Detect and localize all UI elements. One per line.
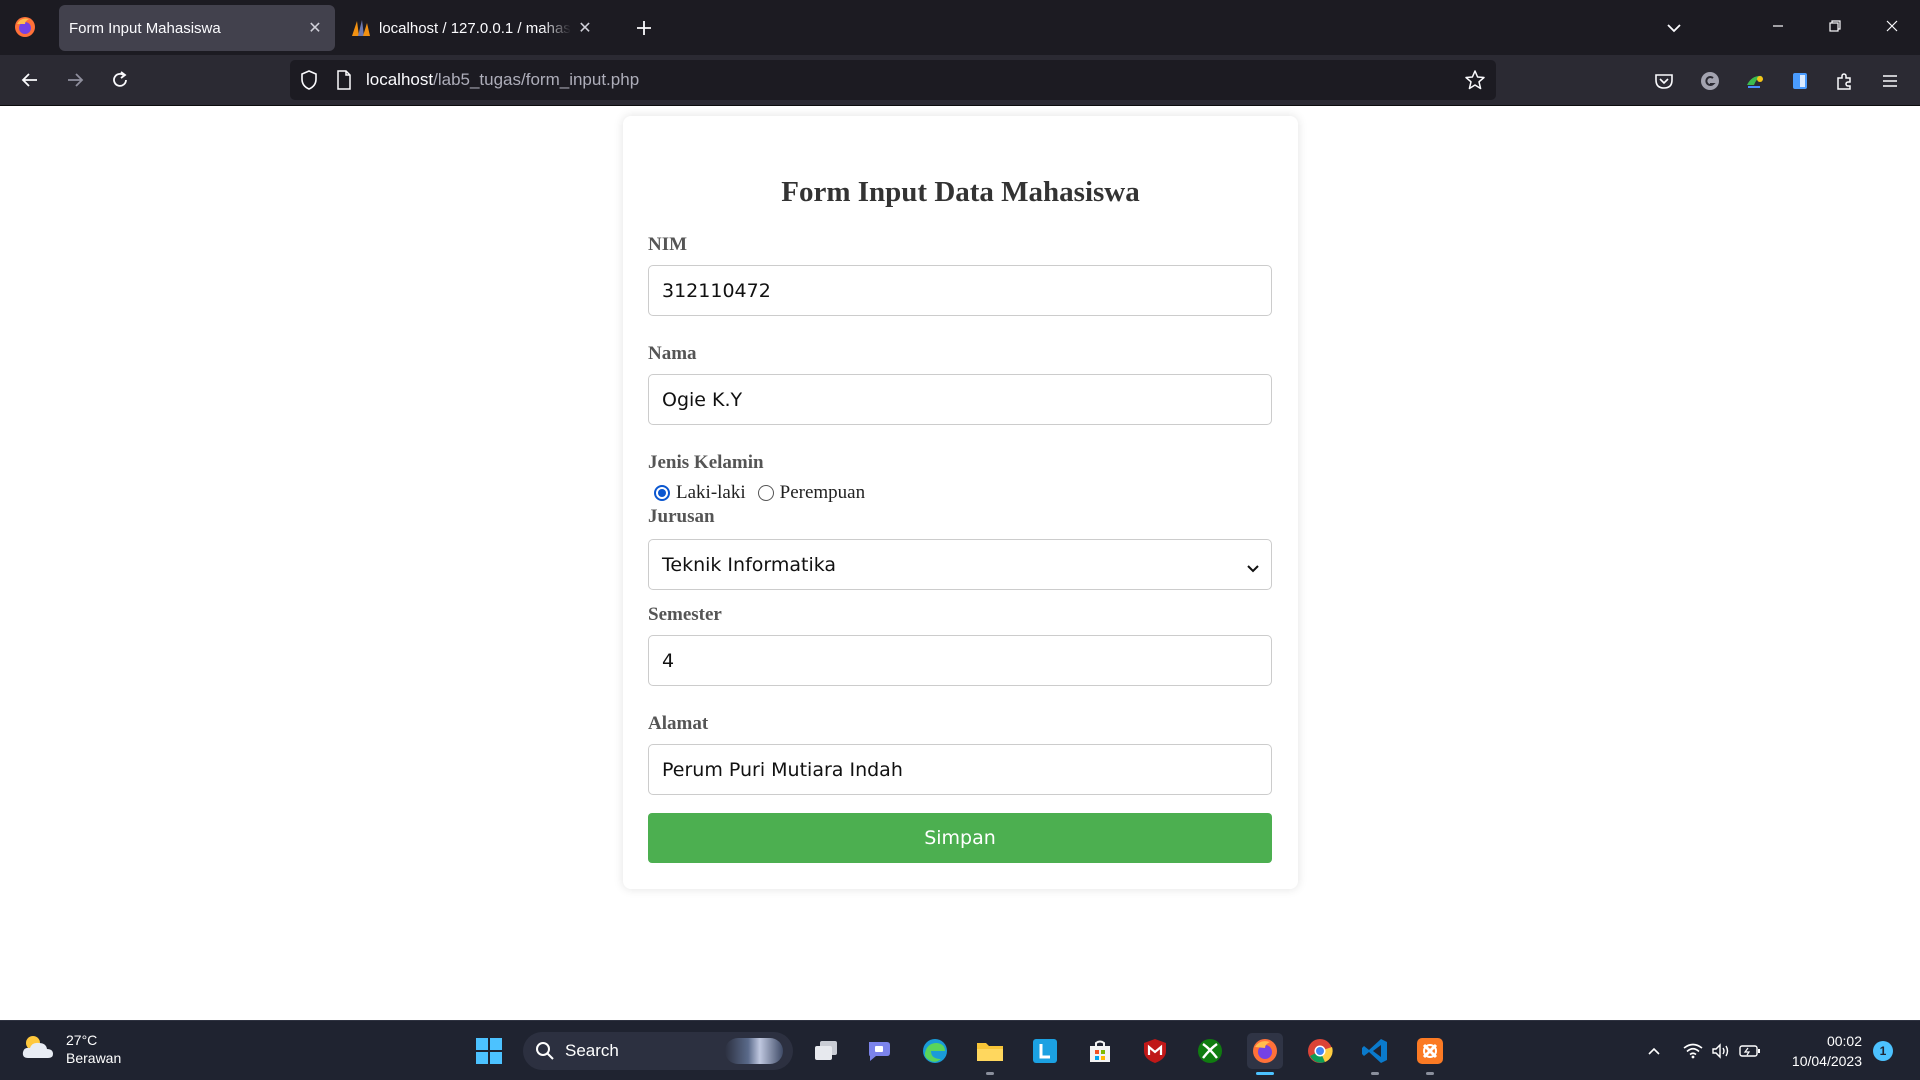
form-title: Form Input Data Mahasiswa: [781, 176, 1140, 208]
simpan-button[interactable]: Simpan: [648, 813, 1272, 863]
extensions-puzzle-icon[interactable]: [1830, 66, 1860, 96]
weather-description: Berawan: [66, 1050, 122, 1066]
pocket-icon[interactable]: [1649, 66, 1679, 96]
microsoft-store-icon[interactable]: [1082, 1033, 1118, 1069]
taskbar-search-box[interactable]: Search: [523, 1032, 793, 1070]
system-clock[interactable]: 00:02 10/04/2023: [1780, 1031, 1862, 1071]
grammarly-extension-icon[interactable]: [1695, 66, 1725, 96]
page-viewport: Form Input Data Mahasiswa NIM 312110472 …: [0, 106, 1920, 1020]
forward-icon[interactable]: [58, 63, 92, 97]
volume-icon[interactable]: [1709, 1039, 1733, 1063]
menu-hamburger-icon[interactable]: [1875, 66, 1905, 96]
radio-laki-laki[interactable]: [654, 485, 670, 501]
weather-widget[interactable]: 27°C Berawan: [20, 1031, 121, 1067]
battery-icon[interactable]: [1738, 1039, 1762, 1063]
page-info-icon[interactable]: [333, 69, 355, 91]
url-text: localhost/lab5_tugas/form_input.php: [366, 70, 639, 90]
radio-perempuan[interactable]: [757, 485, 774, 501]
tab-form-input[interactable]: Form Input Mahasiswa ✕: [59, 5, 335, 51]
windows-taskbar: 27°C Berawan Search 00:02 10/04/2023 1: [0, 1020, 1920, 1080]
bitwarden-extension-icon[interactable]: [1785, 66, 1815, 96]
alamat-label: Alamat: [648, 713, 709, 734]
url-path: /lab5_tugas/form_input.php: [433, 70, 640, 89]
jurusan-select[interactable]: Teknik Informatika: [648, 539, 1272, 590]
new-tab-button[interactable]: [628, 12, 660, 44]
notification-badge[interactable]: 1: [1873, 1041, 1893, 1061]
tab-title: localhost / 127.0.0.1 / mahasiswa: [379, 19, 571, 37]
nama-input[interactable]: Ogie K.Y: [648, 374, 1272, 425]
restore-icon[interactable]: [1812, 8, 1858, 44]
running-indicator: [986, 1072, 994, 1075]
phpmyadmin-icon: [349, 16, 373, 40]
gender-radio-group: Laki-laki Perempuan: [648, 482, 865, 504]
nama-label: Nama: [648, 343, 697, 364]
close-tab-icon[interactable]: ✕: [571, 14, 599, 42]
vscode-icon[interactable]: [1357, 1033, 1393, 1075]
xampp-icon[interactable]: [1412, 1033, 1448, 1075]
active-indicator: [1256, 1072, 1274, 1075]
partly-cloudy-icon: [20, 1032, 56, 1067]
radio-label-laki-laki[interactable]: Laki-laki: [676, 482, 746, 504]
semester-input[interactable]: 4: [648, 635, 1272, 686]
file-explorer-icon[interactable]: [972, 1033, 1008, 1075]
l-app-icon[interactable]: [1027, 1033, 1063, 1069]
chrome-icon[interactable]: [1302, 1033, 1338, 1069]
address-bar[interactable]: localhost/lab5_tugas/form_input.php: [290, 60, 1496, 100]
running-indicator: [1426, 1072, 1434, 1075]
clock-date: 10/04/2023: [1791, 1053, 1862, 1069]
teams-chat-icon[interactable]: [862, 1033, 898, 1069]
task-view-icon[interactable]: [808, 1033, 844, 1069]
clock-time: 00:02: [1826, 1033, 1862, 1049]
jenis-kelamin-label: Jenis Kelamin: [648, 452, 764, 473]
radio-label-perempuan[interactable]: Perempuan: [780, 482, 865, 504]
list-all-tabs-icon[interactable]: [1658, 12, 1690, 44]
colorful-extension-icon[interactable]: [1740, 66, 1770, 96]
tab-title: Form Input Mahasiswa: [69, 19, 221, 37]
show-hidden-icons-chevron-icon[interactable]: [1642, 1039, 1666, 1063]
bookmark-star-icon[interactable]: [1464, 69, 1486, 91]
mcafee-icon[interactable]: [1137, 1033, 1173, 1069]
search-icon: [536, 1042, 554, 1060]
form-card: Form Input Data Mahasiswa NIM 312110472 …: [623, 116, 1298, 889]
tab-phpmyadmin[interactable]: localhost / 127.0.0.1 / mahasiswa ✕: [345, 5, 605, 51]
close-tab-icon[interactable]: ✕: [301, 14, 329, 42]
back-icon[interactable]: [13, 63, 47, 97]
url-host: localhost: [366, 70, 434, 89]
nim-input[interactable]: 312110472: [648, 265, 1272, 316]
search-highlight-image: [725, 1038, 783, 1064]
jurusan-label: Jurusan: [648, 506, 715, 527]
chevron-down-icon: [1247, 557, 1259, 579]
running-indicator: [1371, 1072, 1379, 1075]
jurusan-selected-value: Teknik Informatika: [662, 553, 837, 576]
nim-label: NIM: [648, 234, 688, 255]
firefox-taskbar-icon[interactable]: [1247, 1033, 1283, 1075]
tab-strip: Form Input Mahasiswa ✕ localhost / 127.0…: [0, 0, 1920, 55]
close-window-icon[interactable]: [1869, 8, 1915, 44]
search-label: Search: [565, 1041, 619, 1060]
navigation-toolbar: localhost/lab5_tugas/form_input.php: [0, 55, 1920, 106]
tracking-protection-shield-icon[interactable]: [298, 69, 320, 91]
windows-start-icon[interactable]: [471, 1033, 507, 1069]
semester-label: Semester: [648, 604, 722, 625]
alamat-input[interactable]: Perum Puri Mutiara Indah: [648, 744, 1272, 795]
firefox-logo-icon[interactable]: [12, 14, 38, 40]
wifi-icon[interactable]: [1681, 1039, 1705, 1063]
edge-browser-icon[interactable]: [917, 1033, 953, 1069]
xbox-icon[interactable]: [1192, 1033, 1228, 1069]
minimize-icon[interactable]: [1755, 8, 1801, 44]
weather-temperature: 27°C: [66, 1032, 98, 1048]
reload-icon[interactable]: [103, 63, 137, 97]
